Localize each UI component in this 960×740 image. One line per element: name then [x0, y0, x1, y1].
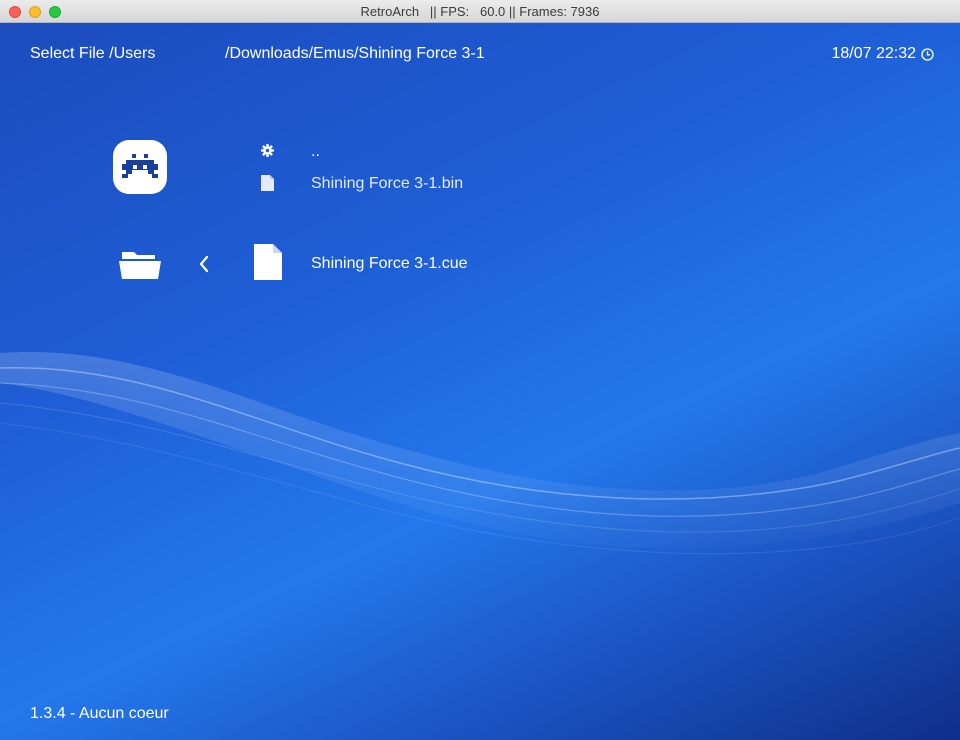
background-waves — [0, 352, 960, 555]
header-path: /Downloads/Emus/Shining Force 3-1 — [225, 45, 485, 62]
header-title: Select File /Users — [30, 45, 156, 62]
folder-icon[interactable] — [119, 248, 161, 279]
header-clock: 18/07 22:32 — [831, 45, 934, 63]
retroarch-logo-icon[interactable] — [112, 139, 168, 195]
title-bar: RetroArch || FPS: 60.0 || Frames: 7936 — [0, 0, 960, 23]
file-icon — [261, 175, 274, 191]
file-entry-cue-selected[interactable]: Shining Force 3-1.cue — [311, 255, 468, 273]
chevron-left-icon[interactable] — [198, 255, 210, 273]
gear-icon — [261, 144, 274, 157]
app-window: RetroArch || FPS: 60.0 || Frames: 7936 S… — [0, 0, 960, 740]
menu-screen: Select File /Users /Downloads/Emus/Shini… — [0, 23, 960, 740]
file-icon — [254, 244, 282, 280]
clock-icon — [921, 47, 934, 61]
clock-text: 18/07 22:32 — [831, 45, 916, 62]
footer-version: 1.3.4 - Aucun coeur — [30, 705, 169, 722]
window-title: RetroArch || FPS: 60.0 || Frames: 7936 — [360, 4, 600, 19]
file-entry-bin[interactable]: Shining Force 3-1.bin — [311, 175, 463, 193]
file-entry-parent-dir[interactable]: .. — [311, 143, 320, 161]
